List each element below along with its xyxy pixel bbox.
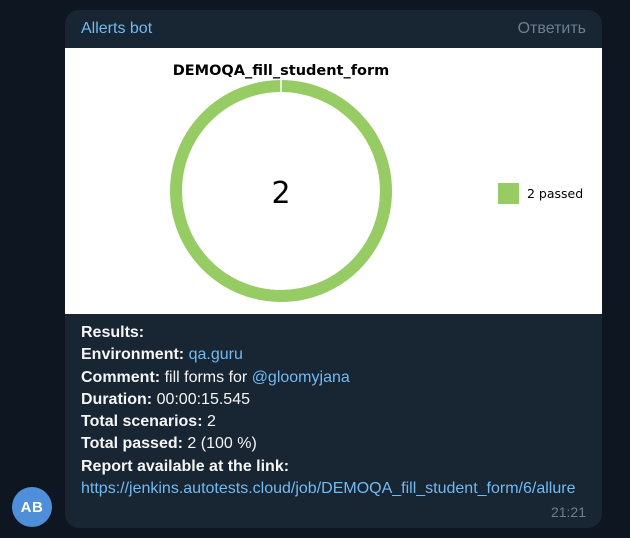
- legend-label: 2 passed: [527, 186, 583, 201]
- total-passed-value: 2 (100 %): [187, 435, 257, 453]
- report-label: Report available at the link:: [81, 457, 290, 475]
- avatar[interactable]: AB: [12, 487, 52, 527]
- total-scenarios-value: 2: [206, 413, 216, 431]
- environment-link[interactable]: qa.guru: [189, 346, 243, 363]
- comment-label: Comment:: [81, 368, 161, 386]
- duration-label: Duration:: [81, 390, 153, 408]
- results-heading: Results:: [81, 324, 145, 341]
- chart-center-label: 2: [271, 176, 290, 211]
- message-bubble: Allerts bot Ответить DEMOQA_fill_student…: [65, 10, 602, 528]
- chart-legend: 2 passed: [498, 183, 583, 204]
- report-link[interactable]: https://jenkins.autotests.cloud/job/DEMO…: [81, 478, 591, 500]
- results-text: Results: Environment: qa.guru Comment: f…: [81, 322, 591, 500]
- message-header: Allerts bot Ответить: [65, 10, 602, 48]
- mention-link[interactable]: @gloomyjana: [252, 369, 350, 386]
- comment-text: fill forms for: [164, 368, 248, 386]
- chart-image[interactable]: DEMOQA_fill_student_form 2 2 passed: [65, 48, 602, 314]
- total-scenarios-label: Total scenarios:: [81, 413, 203, 431]
- chart-title: DEMOQA_fill_student_form: [173, 63, 390, 79]
- message-time: 21:21: [550, 504, 586, 520]
- chat-area: AB Allerts bot Ответить DEMOQA_fill_stud…: [0, 0, 630, 538]
- donut-chart: DEMOQA_fill_student_form 2 2 passed: [170, 63, 583, 302]
- reply-button[interactable]: Ответить: [518, 20, 586, 38]
- legend-swatch: [498, 183, 519, 204]
- duration-value: 00:00:15.545: [156, 390, 250, 408]
- total-passed-label: Total passed:: [81, 435, 183, 453]
- sender-name[interactable]: Allerts bot: [81, 20, 152, 38]
- environment-label: Environment:: [81, 346, 185, 364]
